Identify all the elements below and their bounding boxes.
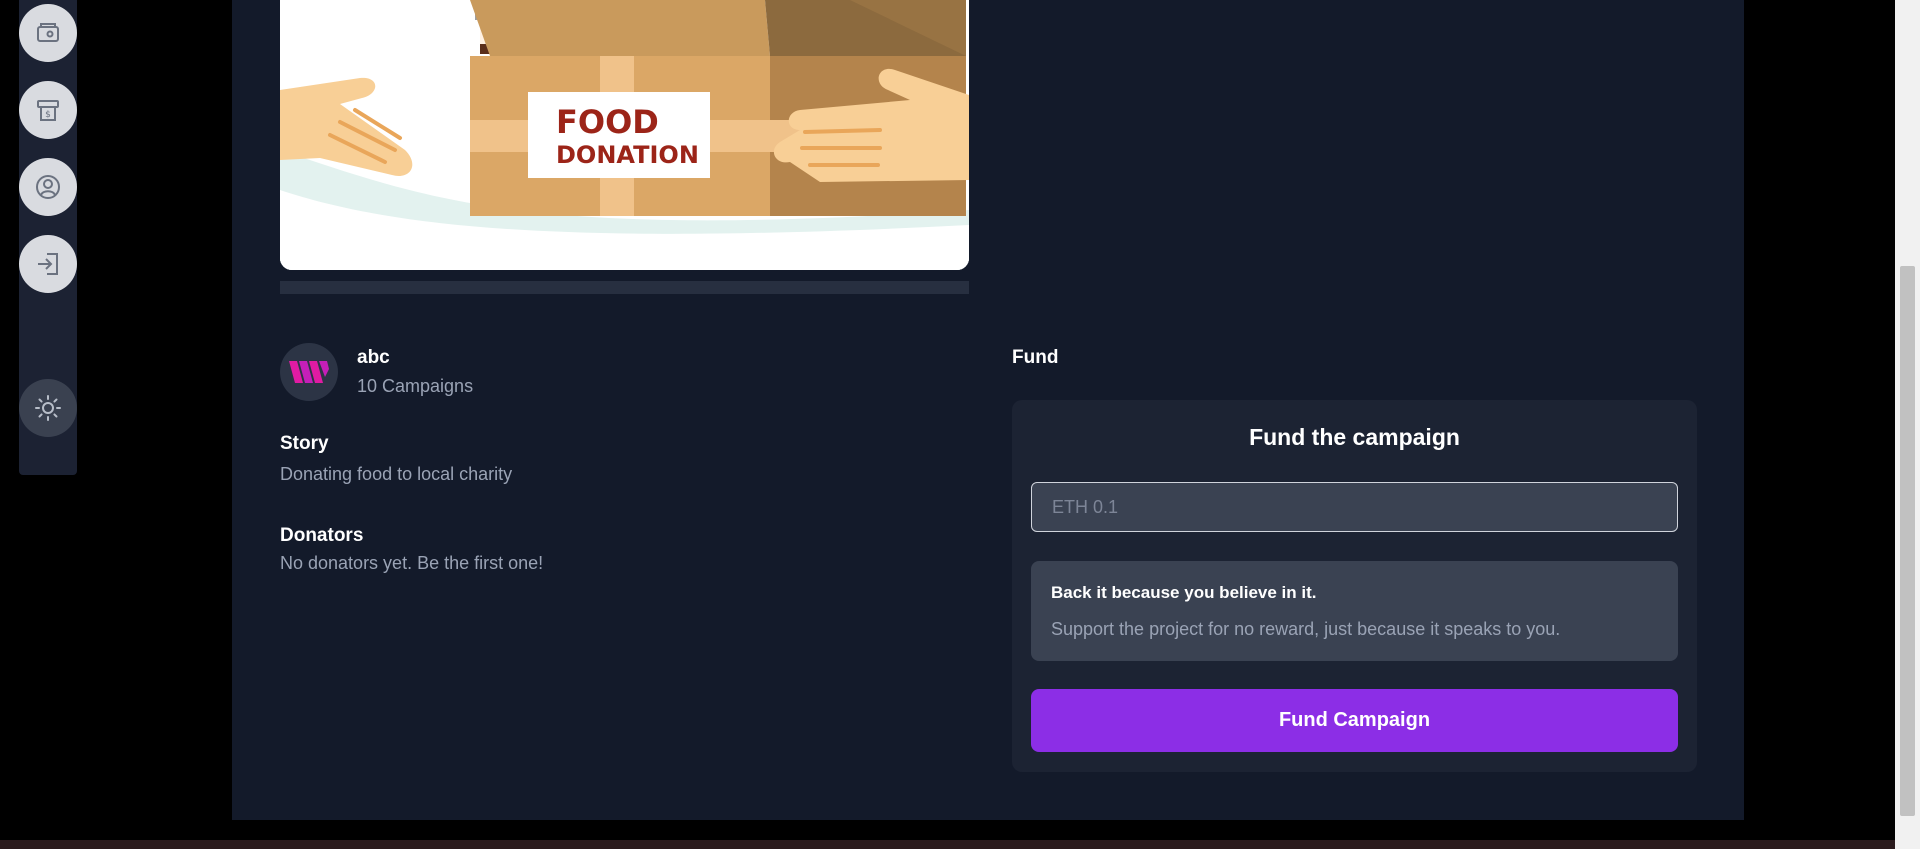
profile-icon	[36, 175, 60, 199]
story-title: Story	[280, 433, 329, 454]
creator-campaign-count: 10 Campaigns	[357, 376, 474, 396]
campaign-image: FOOD DONATION	[280, 0, 969, 270]
story-text: Donating food to local charity	[280, 464, 513, 484]
donators-title: Donators	[280, 525, 364, 546]
backing-note-text: Support the project for no reward, just …	[1051, 619, 1561, 639]
fund-campaign-button[interactable]: Fund Campaign	[1031, 689, 1678, 752]
sidebar-item-profile[interactable]	[19, 158, 77, 216]
sidebar: $	[19, 0, 77, 475]
food-label-line2: DONATION	[556, 141, 699, 169]
donators-text: No donators yet. Be the first one!	[280, 553, 544, 573]
taskbar-edge	[0, 840, 1895, 849]
creator-logo-icon	[289, 361, 329, 383]
funding-progress-bar	[280, 281, 969, 294]
scrollbar-thumb[interactable]	[1900, 266, 1915, 816]
payment-icon: $	[37, 100, 59, 121]
wallet-icon	[37, 23, 59, 42]
logout-icon	[38, 253, 58, 275]
fund-card-title: Fund the campaign	[1249, 424, 1460, 450]
backing-note-title: Back it because you believe in it.	[1051, 583, 1317, 602]
sun-icon	[35, 395, 61, 421]
sidebar-item-wallet[interactable]	[19, 4, 77, 62]
campaign-details: FOOD DONATION abc 10 Campaigns Story Don…	[232, 0, 1744, 820]
theme-toggle-button[interactable]	[19, 379, 77, 437]
creator-avatar	[280, 343, 338, 401]
sidebar-item-logout[interactable]	[19, 235, 77, 293]
svg-text:$: $	[45, 110, 51, 120]
fund-card: Fund the campaign Back it because you be…	[1012, 400, 1697, 772]
sidebar-item-payment[interactable]: $	[19, 81, 77, 139]
food-label-line1: FOOD	[556, 103, 659, 141]
creator-name: abc	[357, 347, 390, 368]
fund-heading: Fund	[1012, 347, 1059, 368]
backing-note: Back it because you believe in it. Suppo…	[1031, 561, 1678, 661]
page-scrollbar[interactable]	[1895, 0, 1920, 849]
eth-amount-input[interactable]	[1031, 482, 1678, 532]
